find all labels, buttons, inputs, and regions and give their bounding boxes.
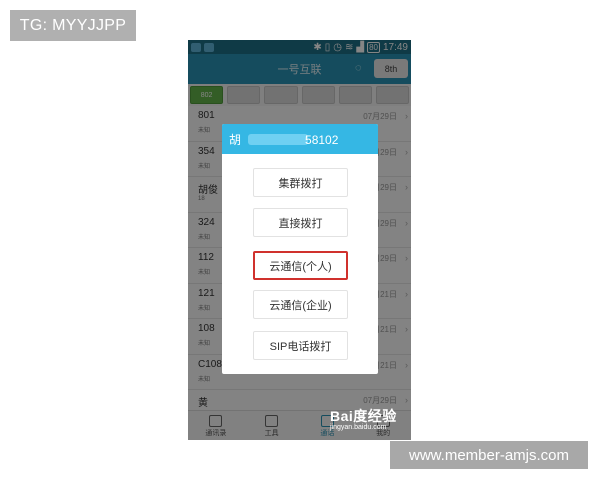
dialog-title: 胡 58102 [229, 131, 338, 148]
contact-name: 胡 [229, 132, 242, 147]
sip-dial-button[interactable]: SIP电话拨打 [253, 331, 348, 360]
phone-screen: ✱ ▯ ◷ ≋ ▟ 80 17:49 一号互联 ◌ 8th 802 801 未知… [188, 40, 411, 440]
phone-number-suffix: 58102 [305, 132, 339, 147]
dial-options-dialog: 胡 58102 集群拨打 直接拨打 云通信(个人) 云通信(企业) SIP电话拨打 [222, 124, 378, 374]
baidu-watermark: Bai度经验 jingyan.baidu.com [330, 406, 397, 431]
watermark-logo: Bai度经验 [330, 408, 397, 424]
cluster-dial-button[interactable]: 集群拨打 [253, 168, 348, 197]
dialog-header: 胡 58102 [222, 124, 378, 154]
direct-dial-button[interactable]: 直接拨打 [253, 208, 348, 237]
tg-label: TG: MYYJJPP [10, 10, 136, 41]
cloud-call-enterprise-button[interactable]: 云通信(企业) [253, 290, 348, 319]
cloud-call-personal-button[interactable]: 云通信(个人) [253, 251, 348, 280]
site-url-label: www.member-amjs.com [390, 441, 588, 469]
